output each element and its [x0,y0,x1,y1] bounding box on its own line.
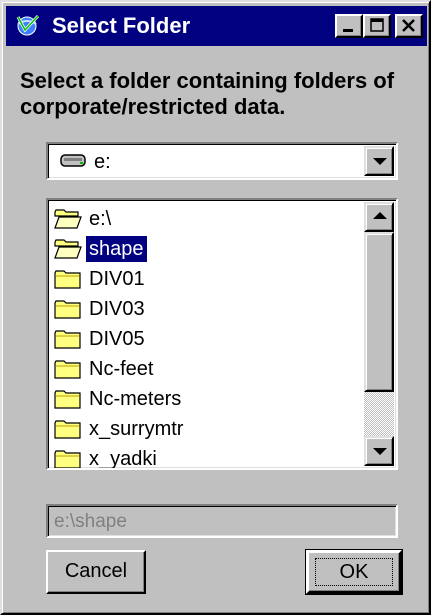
close-icon [402,19,415,32]
cancel-button[interactable]: Cancel [46,550,146,594]
tree-item-label: Nc-feet [89,358,154,380]
tree-scrollbar[interactable] [364,202,394,466]
folder-icon [54,389,82,409]
scroll-thumb[interactable] [364,232,394,392]
tree-item-label: DIV03 [89,298,145,320]
minimize-icon [343,29,353,32]
drive-value: e: [94,151,111,173]
tree-item-label: Nc-meters [89,388,182,410]
folder-tree[interactable]: e:\ shape DIV01 DIV03 DIV05 Nc-feet Nc-meters x… [46,198,398,470]
folder-icon [54,269,82,289]
folder-icon [54,329,82,349]
close-button[interactable] [395,14,423,38]
title-bar[interactable]: Select Folder [6,6,427,46]
open-folder-icon [54,209,82,229]
folder-icon [54,359,82,379]
folder-icon [54,449,82,468]
scroll-track[interactable] [364,392,394,436]
path-field: e:\shape [46,504,398,538]
tree-item-label: DIV05 [89,328,145,350]
globe-check-icon [16,14,40,36]
drive-icon [60,154,86,167]
ok-label: OK [339,561,369,583]
drive-dropdown-button[interactable] [364,146,394,176]
tree-item-label: e:\ [89,208,112,230]
tree-item-label: DIV01 [89,268,145,290]
scroll-up-button[interactable] [364,202,394,232]
folder-icon [54,299,82,319]
maximize-icon [370,18,384,32]
path-value: e:\shape [54,511,127,532]
tree-item-label: x_yadki [89,448,157,470]
tree-item-label: x_surrymtr [89,418,184,440]
ok-button[interactable]: OK [306,550,402,594]
select-folder-dialog: Select Folder Select a folder containing… [0,0,431,615]
window-title: Select Folder [52,13,191,38]
scroll-down-button[interactable] [364,436,394,466]
instruction-text: Select a folder containing folders of co… [20,68,395,119]
open-folder-icon [54,239,82,259]
minimize-button[interactable] [335,14,363,38]
maximize-button[interactable] [363,14,391,38]
folder-icon [54,419,82,439]
tree-item-label: shape [86,236,147,262]
drive-select[interactable]: e: [46,142,398,180]
